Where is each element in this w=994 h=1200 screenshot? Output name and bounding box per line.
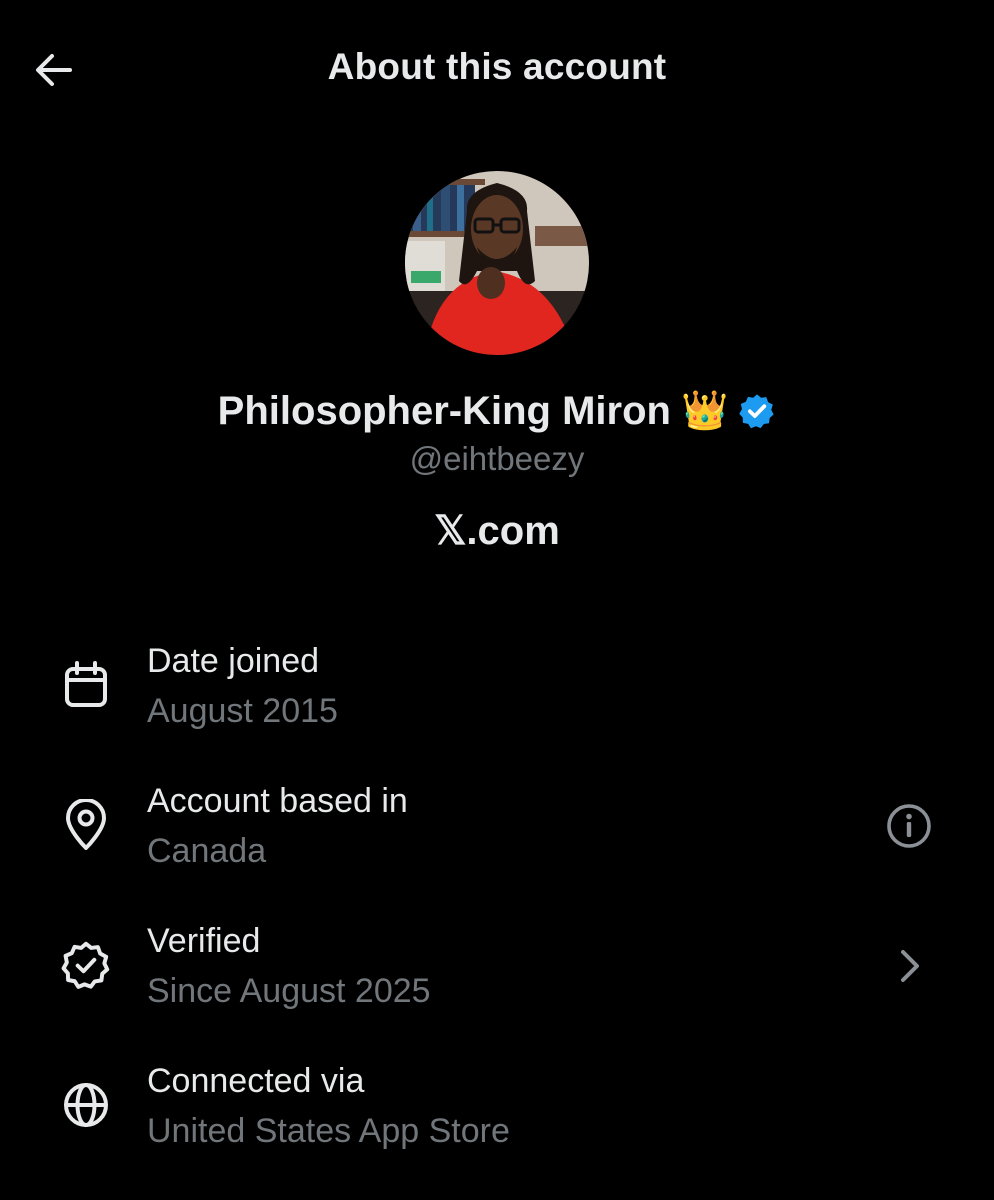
chevron-right-icon [901, 950, 919, 982]
row-value: Since August 2025 [147, 972, 431, 1010]
avatar[interactable] [405, 171, 589, 355]
crown-emoji: 👑 [680, 390, 729, 432]
page-title: About this account [327, 46, 667, 87]
row-label: Account based in [147, 782, 408, 820]
info-button[interactable] [880, 797, 938, 855]
verified-details-button[interactable] [880, 937, 938, 995]
globe-icon [58, 1077, 114, 1133]
connected-via-row: Connected via United States App Store [0, 1050, 994, 1170]
display-name-row: Philosopher-King Miron 👑 [0, 383, 994, 439]
top-bar: About this account [0, 0, 994, 140]
row-value: Canada [147, 832, 267, 870]
row-label: Verified [147, 922, 261, 960]
site-label: 𝕏.com [434, 509, 560, 553]
location-pin-icon [58, 797, 114, 853]
account-based-in-row: Account based in Canada [0, 770, 994, 890]
verified-badge-icon [58, 937, 114, 993]
display-name: Philosopher-King Miron [217, 388, 671, 433]
row-label: Date joined [147, 642, 320, 680]
row-label: Connected via [147, 1062, 365, 1100]
account-handle: @eihtbeezy [409, 440, 585, 477]
verified-badge-icon[interactable] [738, 392, 776, 430]
profile-photo [405, 171, 589, 355]
row-value: United States App Store [147, 1112, 510, 1150]
row-value: August 2015 [147, 692, 338, 730]
verified-row[interactable]: Verified Since August 2025 [0, 910, 994, 1030]
info-icon [887, 804, 931, 848]
date-joined-row: Date joined August 2015 [0, 630, 994, 750]
calendar-icon [58, 657, 114, 713]
